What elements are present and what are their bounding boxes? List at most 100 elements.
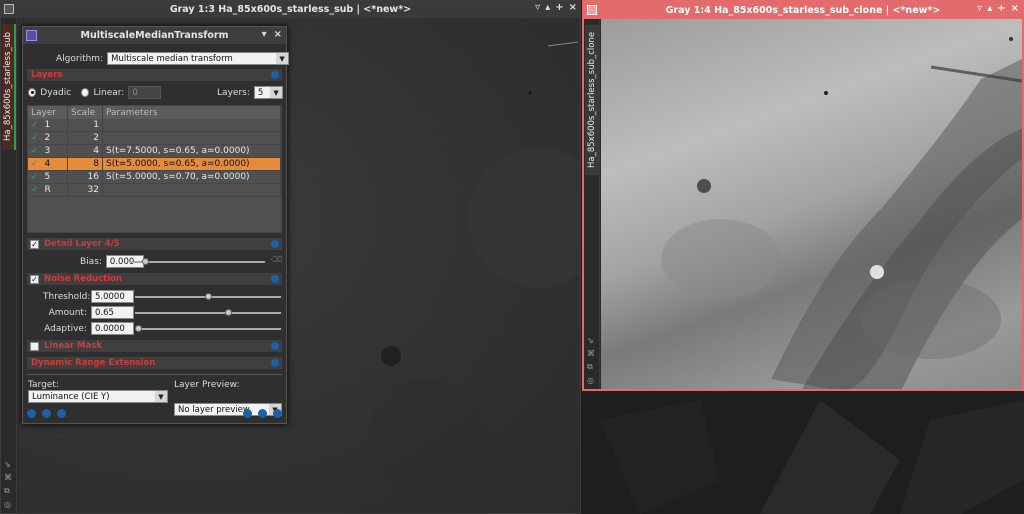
real-time-preview-icon[interactable] <box>258 408 267 418</box>
algorithm-select[interactable]: Multiscale median transform ▼ <box>107 52 290 65</box>
table-row[interactable]: ✓ 1 1 <box>28 119 281 132</box>
amount-slider-handle[interactable] <box>225 309 232 316</box>
linear-spinbox[interactable]: 0 <box>128 86 162 99</box>
resize-icon[interactable]: ⇘ <box>4 460 12 469</box>
bias-reset-icon[interactable]: ⌫ <box>271 255 282 264</box>
minimize-button[interactable]: ▴ <box>987 3 992 14</box>
adaptive-slider[interactable] <box>135 325 281 332</box>
minimize-button[interactable]: ▴ <box>545 2 550 13</box>
scale-cell: 32 <box>68 184 103 196</box>
check-icon[interactable]: ✓ <box>31 185 39 195</box>
layer-mode-row: Dyadic Linear: 0 Layers: 5 ▼ <box>28 86 284 99</box>
maximize-button[interactable]: + <box>555 2 563 13</box>
adaptive-row: Adaptive: 0.0000 <box>43 322 134 335</box>
linear-mask-section-header[interactable]: Linear Mask <box>27 340 282 352</box>
threshold-field[interactable]: 5.0000 <box>91 290 134 303</box>
linear-radio[interactable] <box>81 88 90 97</box>
image-window-right[interactable]: Gray 1:4 Ha_85x600s_starless_sub_clone |… <box>582 0 1024 391</box>
dre-section-header[interactable]: Dynamic Range Extension <box>27 357 282 369</box>
check-icon[interactable]: ✓ <box>31 133 39 143</box>
table-row[interactable]: ✓ 4 8 S(t=5.0000, s=0.65, a=0.0000) <box>28 158 281 171</box>
resize-icon[interactable]: ⇘ <box>587 336 595 345</box>
check-icon[interactable]: ✓ <box>31 146 39 156</box>
target-icon[interactable]: ◎ <box>587 376 595 385</box>
close-button[interactable]: × <box>569 2 577 13</box>
window-icon <box>4 4 14 14</box>
image-canvas-right[interactable] <box>601 19 1022 389</box>
threshold-slider[interactable] <box>135 293 281 300</box>
dialog-titlebar[interactable]: MultiscaleMedianTransform ▾ × <box>23 27 286 44</box>
target-label: Target: <box>28 380 59 390</box>
header-layer[interactable]: Layer <box>28 106 68 119</box>
threshold-slider-handle[interactable] <box>205 293 212 300</box>
layer-cell: ✓ 3 <box>28 145 68 157</box>
left-window-titlebar[interactable]: Gray 1:3 Ha_85x600s_starless_sub | <*new… <box>1 1 580 18</box>
amount-field[interactable]: 0.65 <box>91 306 134 319</box>
table-row[interactable]: ✓ 3 4 S(t=7.5000, s=0.65, a=0.0000) <box>28 145 281 158</box>
apply-global-icon[interactable] <box>57 408 66 418</box>
dyadic-radio[interactable] <box>28 88 37 97</box>
threshold-value: 5.0000 <box>95 291 125 302</box>
section-toggle-icon[interactable] <box>271 342 279 350</box>
layer-cell: ✓ 5 <box>28 171 68 183</box>
new-instance-icon[interactable] <box>27 408 36 418</box>
dialog-bottom-toolbar <box>27 407 282 419</box>
layer-preview-label: Layer Preview: <box>174 380 240 390</box>
view-id-tab[interactable]: Ha_85x600s_starless_sub <box>2 24 16 150</box>
header-scale[interactable]: Scale <box>68 106 103 119</box>
noise-reduction-section-header[interactable]: ✓ Noise Reduction <box>27 273 282 285</box>
layers-table[interactable]: Layer Scale Parameters ✓ 1 1 ✓ 2 2 ✓ 3 4 S(t=7.50… <box>27 105 282 233</box>
adaptive-slider-handle[interactable] <box>135 325 142 332</box>
section-toggle-icon[interactable] <box>271 240 279 248</box>
parameters-cell: S(t=5.0000, s=0.70, a=0.0000) <box>103 171 281 183</box>
right-window-sidebar: Ha_85x600s_starless_sub_clone ⇘ ⌘ ⧉ ◎ <box>584 19 600 389</box>
reset-icon[interactable] <box>273 408 282 418</box>
check-icon[interactable]: ✓ <box>31 120 39 130</box>
layers-section-header[interactable]: Layers <box>27 69 282 81</box>
clone-icon[interactable]: ⧉ <box>4 486 12 496</box>
table-row[interactable]: ✓ 2 2 <box>28 132 281 145</box>
parameters-cell <box>103 119 281 131</box>
close-button[interactable]: × <box>1011 3 1019 14</box>
section-toggle-icon[interactable] <box>271 359 279 367</box>
shade-button[interactable]: ▿ <box>977 3 982 14</box>
adaptive-label: Adaptive: <box>44 323 87 334</box>
bias-slider-handle[interactable] <box>142 258 149 265</box>
detail-layer-checkbox[interactable]: ✓ <box>30 239 39 249</box>
multiscale-median-transform-dialog[interactable]: MultiscaleMedianTransform ▾ × Algorithm:… <box>22 26 290 424</box>
adaptive-field[interactable]: 0.0000 <box>91 322 134 335</box>
chevron-down-icon: ▼ <box>270 87 283 98</box>
layers-select[interactable]: 5 ▼ <box>253 86 284 99</box>
zoom-icon[interactable]: ⌘ <box>4 473 12 482</box>
amount-value: 0.65 <box>95 307 114 318</box>
target-select[interactable]: Luminance (CIE Y) ▼ <box>28 390 168 403</box>
layers-value: 5 <box>257 87 264 98</box>
section-toggle-icon[interactable] <box>271 71 279 79</box>
detail-layer-section-header[interactable]: ✓ Detail Layer 4/5 <box>27 238 282 250</box>
linear-mask-checkbox[interactable] <box>30 341 39 351</box>
shade-button[interactable]: ▾ <box>262 29 267 40</box>
right-window-titlebar[interactable]: Gray 1:4 Ha_85x600s_starless_sub_clone |… <box>584 2 1022 19</box>
close-button[interactable]: × <box>274 29 282 40</box>
browse-docs-icon[interactable] <box>243 408 252 418</box>
header-parameters[interactable]: Parameters <box>103 106 281 119</box>
parameters-cell <box>103 132 281 144</box>
view-id-tab[interactable]: Ha_85x600s_starless_sub_clone <box>585 25 599 175</box>
check-icon[interactable]: ✓ <box>31 159 39 169</box>
noise-reduction-checkbox[interactable]: ✓ <box>30 274 39 284</box>
check-icon[interactable]: ✓ <box>31 172 39 182</box>
clone-icon[interactable]: ⧉ <box>587 362 595 372</box>
bias-slider[interactable] <box>129 258 265 265</box>
target-icon[interactable]: ◎ <box>4 500 12 509</box>
amount-label: Amount: <box>48 307 87 318</box>
layer-number: R <box>44 185 51 195</box>
section-toggle-icon[interactable] <box>271 275 279 283</box>
shade-button[interactable]: ▿ <box>535 2 540 13</box>
maximize-button[interactable]: + <box>997 3 1005 14</box>
layer-number: 3 <box>44 146 51 156</box>
zoom-icon[interactable]: ⌘ <box>587 349 595 358</box>
table-row[interactable]: ✓ 5 16 S(t=5.0000, s=0.70, a=0.0000) <box>28 171 281 184</box>
table-row[interactable]: ✓ R 32 <box>28 184 281 197</box>
amount-slider[interactable] <box>135 309 281 316</box>
apply-icon[interactable] <box>42 408 51 418</box>
